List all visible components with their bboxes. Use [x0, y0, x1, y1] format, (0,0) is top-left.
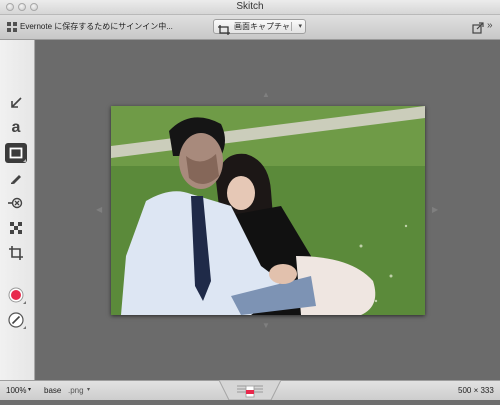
stamp-icon [8, 197, 23, 209]
status-bar: 100% ▾ base .png ▾ 500 × 333 [0, 379, 500, 401]
marker-tool[interactable] [5, 168, 27, 188]
crop-frame-icon [218, 22, 230, 35]
tool-options-corner [23, 301, 26, 304]
crop-tool[interactable] [5, 243, 27, 263]
pixelate-tool[interactable] [5, 218, 27, 238]
toolbar: Evernote に保存するためにサインイン中... 画面キャプチャ ▾ » [0, 15, 500, 40]
crop-icon [9, 246, 23, 260]
nudge-left-icon[interactable]: ◀ [96, 205, 102, 214]
pen-icon [11, 175, 21, 184]
text-a-icon: a [11, 119, 21, 136]
stroke-size-icon [8, 312, 24, 328]
color-swatch-icon [8, 287, 24, 303]
pixelate-icon [10, 222, 22, 234]
capture-label: 画面キャプチャ [234, 22, 290, 31]
share-icon[interactable] [472, 21, 484, 34]
text-tool[interactable]: a [5, 118, 27, 138]
zoom-chevron-icon[interactable]: ▾ [28, 381, 31, 400]
captured-image[interactable] [111, 106, 425, 315]
stamp-tool[interactable] [5, 193, 27, 213]
image-dimensions: 500 × 333 [458, 386, 494, 395]
capture-divider [291, 22, 292, 31]
filename-field[interactable]: base [44, 381, 61, 400]
zoom-level[interactable]: 100% [6, 381, 26, 400]
arrow-icon [11, 97, 22, 108]
color-tool[interactable] [5, 285, 27, 305]
screen-capture-button[interactable]: 画面キャプチャ ▾ [213, 19, 306, 35]
drag-file-tab[interactable] [218, 379, 282, 401]
evernote-signin-status[interactable]: Evernote に保存するためにサインイン中... [20, 15, 173, 39]
tool-options-corner [23, 159, 26, 162]
more-options-icon[interactable]: » [487, 18, 493, 34]
extension-chevron-icon[interactable]: ▾ [87, 381, 90, 400]
rectangle-icon [9, 147, 23, 159]
title-bar: Skitch [0, 0, 500, 15]
chevron-down-icon[interactable]: ▾ [298, 20, 302, 33]
nudge-down-icon[interactable]: ▼ [262, 321, 270, 330]
nudge-up-icon[interactable]: ▲ [262, 90, 270, 99]
window-title: Skitch [236, 1, 264, 12]
arrow-tool[interactable] [5, 93, 27, 113]
file-extension[interactable]: .png [68, 381, 84, 400]
rectangle-tool[interactable] [5, 143, 27, 163]
stroke-tool[interactable] [5, 310, 27, 330]
photo-illustration [111, 106, 425, 315]
grid-icon[interactable] [7, 22, 17, 32]
nudge-right-icon[interactable]: ▶ [432, 205, 438, 214]
tool-palette: a [0, 40, 35, 380]
tool-options-corner [23, 326, 26, 329]
